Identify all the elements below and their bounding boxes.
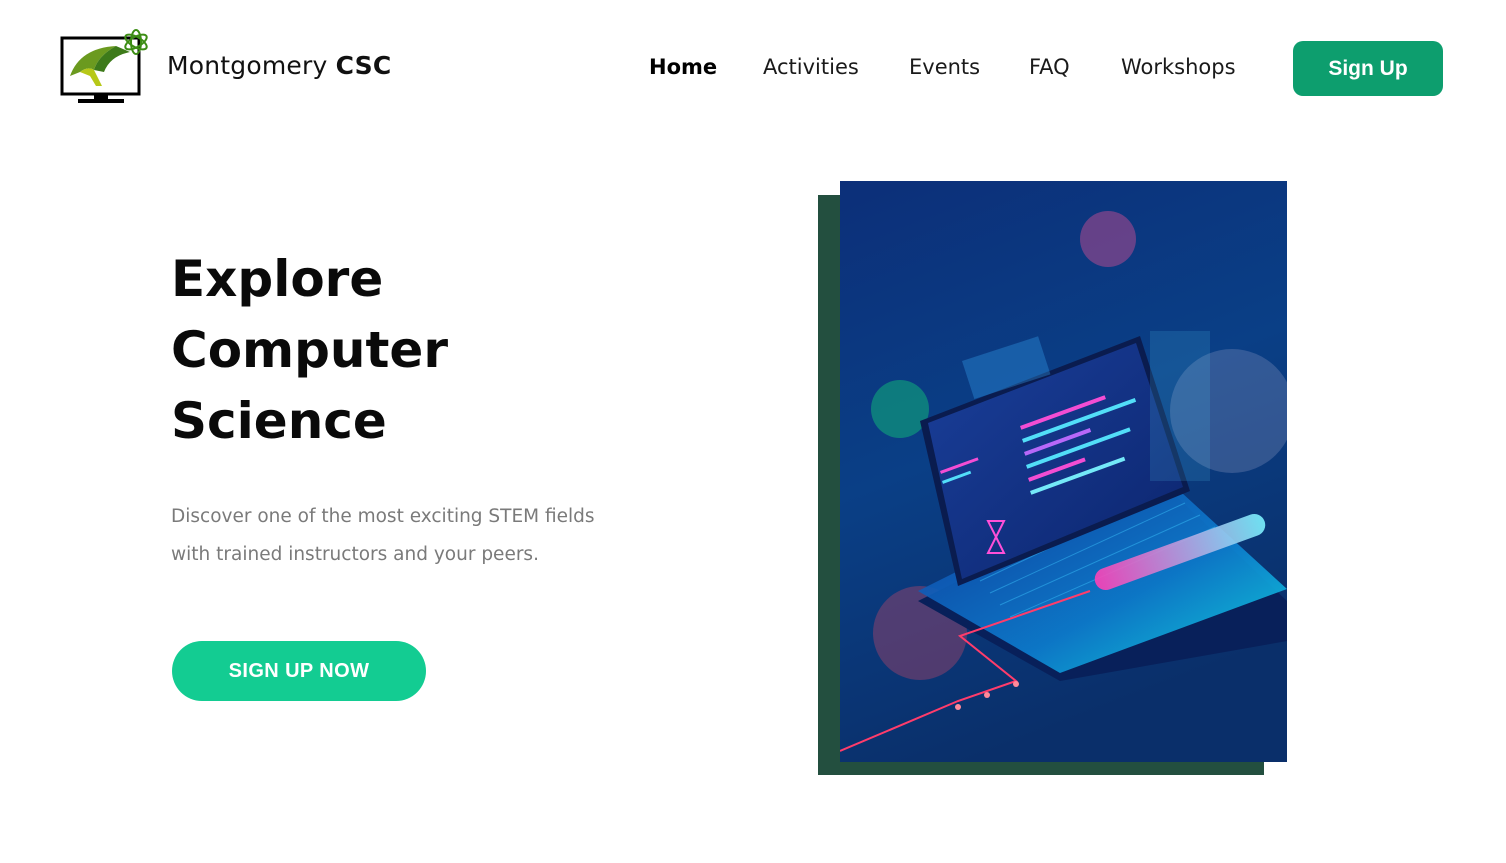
nav-faq[interactable]: FAQ [1029,55,1070,79]
hero-subtitle-line-2: with trained instructors and your peers. [171,544,539,565]
hero-title-line-1: Explore [171,250,384,308]
nav-activities[interactable]: Activities [763,55,859,79]
hero-title-line-2: Computer [171,321,449,379]
nav-workshops[interactable]: Workshops [1121,55,1236,79]
sign-up-button[interactable]: Sign Up [1293,41,1443,96]
nav-home[interactable]: Home [649,55,717,79]
sign-up-now-button[interactable]: SIGN UP NOW [172,641,426,701]
hero-title: Explore Computer Science [171,244,631,457]
hero-subtitle-line-1: Discover one of the most exciting STEM f… [171,506,595,527]
hero-title-line-3: Science [171,392,387,450]
nav-events[interactable]: Events [909,55,980,79]
laptop-illustration [840,181,1287,762]
hero-subtitle: Discover one of the most exciting STEM f… [171,498,651,574]
main-nav: Home Activities Events FAQ Workshops [0,55,1506,85]
